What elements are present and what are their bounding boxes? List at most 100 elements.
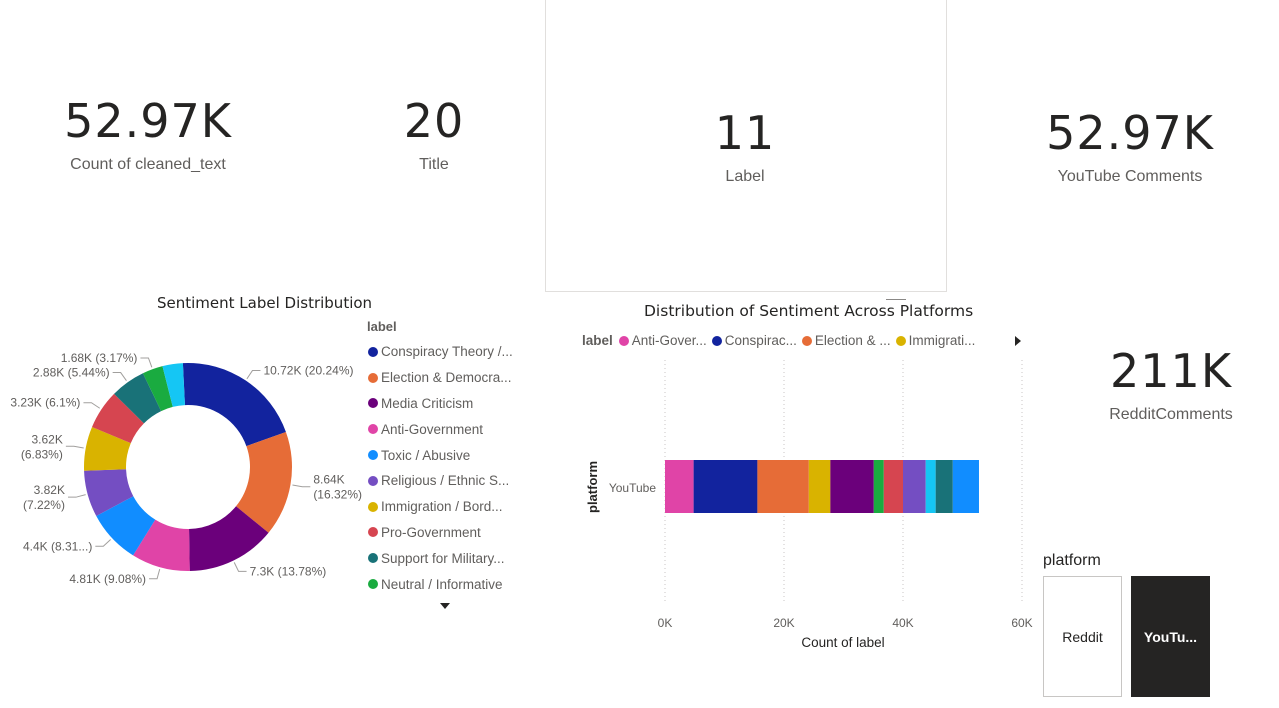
legend-item[interactable]: Anti-Government: [367, 416, 527, 442]
legend-dot-icon: [368, 372, 378, 383]
kpi-label: RedditComments: [1109, 406, 1233, 423]
bar-segment[interactable]: [665, 460, 694, 513]
legend-item[interactable]: Neutral / Informative: [367, 571, 527, 597]
kpi-label: Title: [419, 156, 449, 173]
bar-chart-title: Distribution of Sentiment Across Platfor…: [644, 302, 974, 320]
legend-title: label: [367, 319, 397, 334]
y-axis-category-label: YouTube: [609, 481, 656, 495]
slice-leader-line: [83, 402, 101, 409]
legend-item[interactable]: Conspirac...: [711, 333, 797, 348]
legend-dot-icon: [368, 527, 378, 538]
slice-data-label: 4.4K (8.31...): [23, 539, 92, 553]
kpi-value: 52.97K: [1046, 106, 1214, 160]
legend-dot-icon: [368, 553, 378, 564]
slice-data-label: 2.88K (5.44%): [33, 366, 110, 380]
legend-item-label: Conspirac...: [724, 333, 797, 348]
card-resize-handle[interactable]: [886, 299, 906, 300]
stacked-bar-chart[interactable]: platform YouTube Count of label 0K 20K 40K 60K: [580, 355, 1040, 655]
donut-chart-title: Sentiment Label Distribution: [157, 294, 373, 312]
x-tick-label: 40K: [892, 616, 913, 630]
slicer-option-reddit[interactable]: Reddit: [1043, 576, 1122, 697]
slicer-title: platform: [1043, 552, 1101, 569]
slice-leader-line: [292, 484, 311, 488]
slice-leader-line: [140, 357, 153, 368]
legend-item[interactable]: Anti-Gover...: [618, 333, 707, 348]
legend-item-label: Anti-Government: [381, 421, 484, 437]
slice-data-label: 10.72K (20.24%): [263, 364, 353, 378]
kpi-label: Label: [725, 168, 765, 185]
legend-item-label: Religious / Ethnic S...: [381, 473, 510, 489]
kpi-label-count: 11 Label: [665, 110, 825, 186]
y-axis-title: platform: [585, 461, 600, 513]
slice-data-label: 3.23K (6.1%): [10, 396, 80, 410]
bar-segment[interactable]: [925, 460, 936, 513]
slice-leader-line: [65, 445, 84, 449]
slice-leader-line: [95, 539, 111, 547]
kpi-count-cleaned-text: 52.97K Count of cleaned_text: [48, 98, 248, 174]
donut-chart[interactable]: 10.72K (20.24%) 8.64K (16.32%) 7.3K (13.78%…: [0, 320, 365, 600]
slice-data-label: 8.64K (16.32%): [313, 473, 362, 502]
bar-segment[interactable]: [883, 460, 903, 513]
legend-item[interactable]: Pro-Government: [367, 520, 527, 546]
legend-item[interactable]: Media Criticism: [367, 391, 527, 417]
slice-leader-line: [246, 370, 261, 380]
legend-item[interactable]: Toxic / Abusive: [367, 442, 527, 468]
kpi-value: 52.97K: [64, 94, 232, 148]
bar-segment[interactable]: [808, 460, 831, 513]
legend-scroll-down-icon[interactable]: [440, 603, 450, 609]
legend-item-label: Immigrati...: [908, 333, 976, 348]
legend-item-label: Pro-Government: [381, 524, 481, 540]
legend-item[interactable]: Religious / Ethnic S...: [367, 468, 527, 494]
legend-item-label: Election & ...: [814, 333, 891, 348]
bar-segment[interactable]: [903, 460, 926, 513]
x-axis-title: Count of label: [801, 635, 884, 650]
bar-legend: label Anti-Gover... Conspirac... Electio…: [582, 333, 980, 348]
legend-item[interactable]: Election & ...: [801, 333, 891, 348]
slice-data-label: 4.81K (9.08%): [69, 572, 146, 586]
kpi-value: 20: [403, 94, 465, 148]
legend-item[interactable]: Immigration / Bord...: [367, 494, 527, 520]
legend-item-label: Election & Democra...: [381, 370, 512, 386]
legend-dot-icon: [368, 475, 378, 486]
slicer-option-youtube[interactable]: YouTu...: [1131, 576, 1210, 697]
legend-dot-icon: [711, 335, 722, 346]
x-tick-label: 60K: [1011, 616, 1032, 630]
slice-leader-line: [67, 494, 86, 498]
slice-leader-line: [149, 569, 161, 580]
kpi-label: YouTube Comments: [1057, 168, 1203, 185]
kpi-youtube-comments: 52.97K YouTube Comments: [1030, 110, 1230, 186]
legend-item-label: Anti-Gover...: [631, 333, 707, 348]
legend-item-label: Support for Military...: [381, 550, 505, 566]
legend-item[interactable]: Immigrati...: [895, 333, 976, 348]
legend-item[interactable]: Conspiracy Theory /...: [367, 339, 527, 365]
legend-dot-icon: [368, 450, 378, 461]
slice-data-label: 7.3K (13.78%): [250, 564, 327, 578]
slice-data-label: 3.82K (7.22%): [23, 483, 65, 512]
bar-segment[interactable]: [830, 460, 874, 513]
legend-item[interactable]: Support for Military...: [367, 545, 527, 571]
slice-data-label: 3.62K (6.83%): [21, 432, 63, 461]
kpi-reddit-comments: 211K RedditComments: [1090, 348, 1252, 424]
slice-leader-line: [233, 562, 247, 572]
bar-segment[interactable]: [952, 460, 979, 513]
legend-dot-icon: [368, 501, 378, 512]
x-tick-label: 0K: [658, 616, 673, 630]
kpi-title: 20 Title: [374, 98, 494, 174]
legend-title: label: [582, 333, 613, 348]
donut-legend: label Conspiracy Theory /... Election & …: [367, 319, 527, 597]
legend-item-label: Immigration / Bord...: [381, 499, 503, 515]
kpi-value: 211K: [1110, 344, 1232, 398]
legend-item-label: Neutral / Informative: [381, 576, 503, 592]
legend-dot-icon: [895, 335, 906, 346]
kpi-value: 11: [714, 106, 776, 160]
bar-segment[interactable]: [757, 460, 809, 513]
legend-dot-icon: [368, 398, 378, 409]
bar-segment[interactable]: [873, 460, 884, 513]
legend-dot-icon: [618, 335, 629, 346]
legend-item[interactable]: Election & Democra...: [367, 365, 527, 391]
bar-segment[interactable]: [935, 460, 953, 513]
legend-dot-icon: [801, 335, 812, 346]
bar-segment[interactable]: [693, 460, 758, 513]
legend-scroll-right-icon[interactable]: [1015, 336, 1021, 346]
slice-data-label: 1.68K (3.17%): [61, 351, 138, 365]
